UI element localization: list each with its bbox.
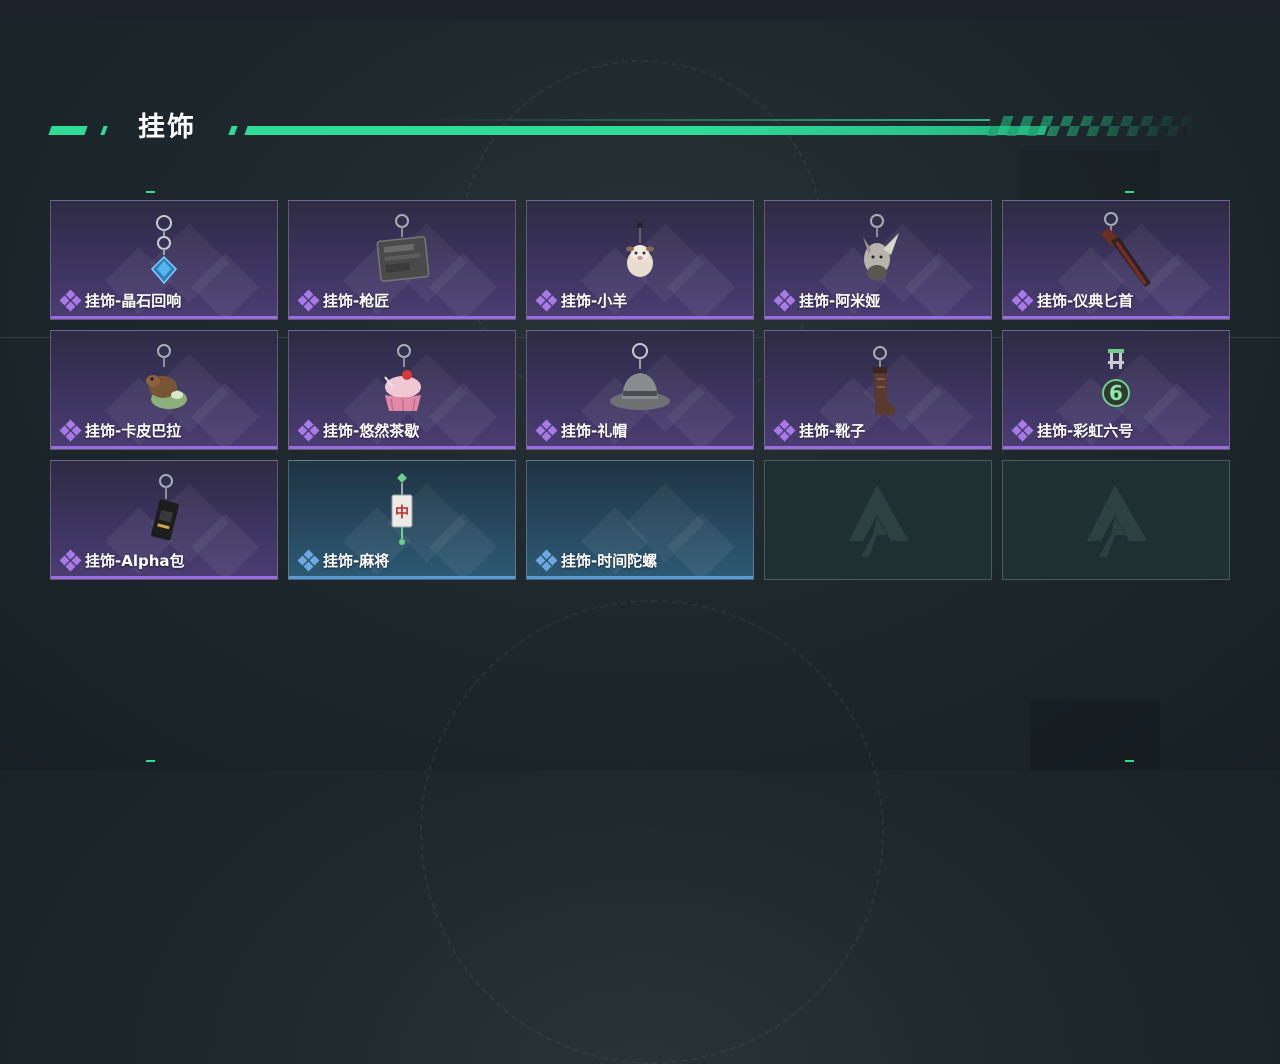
rarity-bar — [289, 446, 515, 449]
rarity-bar — [1003, 446, 1229, 449]
hat-charm-icon — [610, 343, 670, 410]
charm-card[interactable]: 挂饰-仪典匕首 — [1002, 200, 1230, 320]
corner-mark — [146, 191, 155, 193]
rarity-bar — [527, 316, 753, 319]
rarity-diamond-icon — [297, 549, 320, 571]
charm-name: 挂饰-时间陀螺 — [561, 552, 658, 570]
charm-name: 挂饰-枪匠 — [323, 292, 390, 310]
charm-name: 挂饰-礼帽 — [561, 422, 628, 440]
charm-card[interactable]: 挂饰-时间陀螺 — [526, 460, 754, 580]
rarity-diamond-icon — [59, 549, 82, 571]
charm-card[interactable]: 挂饰-礼帽 — [526, 330, 754, 450]
rarity-bar — [51, 316, 277, 319]
rarity-diamond-icon — [297, 289, 320, 311]
background-circle — [420, 600, 884, 1064]
header-accent-line-thin — [430, 119, 990, 121]
capybara-charm-icon — [146, 344, 187, 409]
gunsmith-charm-icon — [376, 214, 430, 282]
charm-card[interactable]: 挂饰-阿米娅 — [764, 200, 992, 320]
rarity-bar — [51, 446, 277, 449]
charm-name: 挂饰-Alpha包 — [85, 552, 185, 570]
charm-card[interactable]: 6 挂饰-彩虹六号 — [1002, 330, 1230, 450]
rarity-diamond-icon — [59, 419, 82, 441]
section-title: 挂饰 — [138, 112, 196, 143]
alpha-bag-charm-icon — [151, 474, 179, 541]
rarity-diamond-icon — [773, 289, 796, 311]
corner-mark — [146, 760, 155, 762]
rarity-diamond-icon — [535, 419, 558, 441]
svg-text:6: 6 — [1109, 381, 1123, 405]
charm-name: 挂饰-阿米娅 — [799, 292, 881, 310]
charm-card[interactable]: 中 挂饰-麻将 — [288, 460, 516, 580]
rarity-bar — [765, 316, 991, 319]
charm-name: 挂饰-彩虹六号 — [1037, 422, 1134, 440]
background-shape — [1030, 700, 1160, 770]
corner-mark — [1125, 191, 1134, 193]
charm-card[interactable]: 挂饰-Alpha包 — [50, 460, 278, 580]
rarity-bar — [289, 576, 515, 579]
locked-slot-logo-icon — [849, 485, 909, 557]
empty-slot — [764, 460, 992, 580]
time-gyro-charm-icon — [595, 467, 685, 555]
charm-card[interactable]: 挂饰-小羊 — [526, 200, 754, 320]
header-accent-bar — [48, 126, 88, 135]
locked-slot-logo-icon — [1087, 485, 1147, 557]
charm-card[interactable]: 挂饰-晶石回响 — [50, 200, 278, 320]
rarity-bar — [1003, 316, 1229, 319]
charm-name: 挂饰-卡皮巴拉 — [85, 422, 182, 440]
charm-name: 挂饰-麻将 — [323, 552, 390, 570]
ritual-dagger-charm-icon — [1101, 212, 1151, 287]
charm-card[interactable]: 挂饰-靴子 — [764, 330, 992, 450]
rarity-bar — [527, 576, 753, 579]
boot-charm-icon — [873, 346, 895, 415]
header-accent-bar — [228, 126, 238, 135]
header-checker-pattern — [986, 116, 1204, 136]
charm-card[interactable]: 挂饰-悠然茶歇 — [288, 330, 516, 450]
amiya-charm-icon — [863, 214, 899, 281]
section-header: 挂饰 — [48, 108, 1210, 148]
rarity-diamond-icon — [1011, 289, 1034, 311]
rarity-diamond-icon — [1011, 419, 1034, 441]
crystal-charm-icon — [150, 215, 178, 285]
charm-card[interactable]: 挂饰-卡皮巴拉 — [50, 330, 278, 450]
rarity-diamond-icon — [535, 289, 558, 311]
charm-name: 挂饰-靴子 — [799, 422, 866, 440]
corner-mark — [1125, 760, 1134, 762]
mahjong-charm-icon: 中 — [391, 473, 413, 545]
rarity-bar — [527, 446, 753, 449]
rarity-bar — [765, 446, 991, 449]
svg-text:中: 中 — [395, 504, 409, 521]
charm-name: 挂饰-悠然茶歇 — [323, 422, 420, 440]
charm-name: 挂饰-晶石回响 — [85, 292, 182, 310]
cupcake-charm-icon — [384, 344, 421, 412]
charm-name: 挂饰-仪典匕首 — [1037, 292, 1134, 310]
charm-card[interactable]: 挂饰-枪匠 — [288, 200, 516, 320]
header-accent-bar — [100, 126, 108, 135]
rarity-diamond-icon — [297, 419, 320, 441]
rainbow-six-charm-icon: 6 — [1102, 349, 1130, 407]
top-band — [0, 0, 1280, 20]
rarity-diamond-icon — [59, 289, 82, 311]
header-accent-line — [244, 126, 1048, 135]
rarity-diamond-icon — [535, 549, 558, 571]
rarity-diamond-icon — [773, 419, 796, 441]
rarity-bar — [51, 576, 277, 579]
empty-slot — [1002, 460, 1230, 580]
lamb-charm-icon — [626, 222, 654, 277]
rarity-bar — [289, 316, 515, 319]
charm-grid: 挂饰-晶石回响 挂饰-枪匠 挂饰-小羊 挂饰-阿米娅 挂饰-仪典匕首 挂饰-卡皮… — [50, 200, 1230, 580]
charm-name: 挂饰-小羊 — [561, 292, 628, 310]
